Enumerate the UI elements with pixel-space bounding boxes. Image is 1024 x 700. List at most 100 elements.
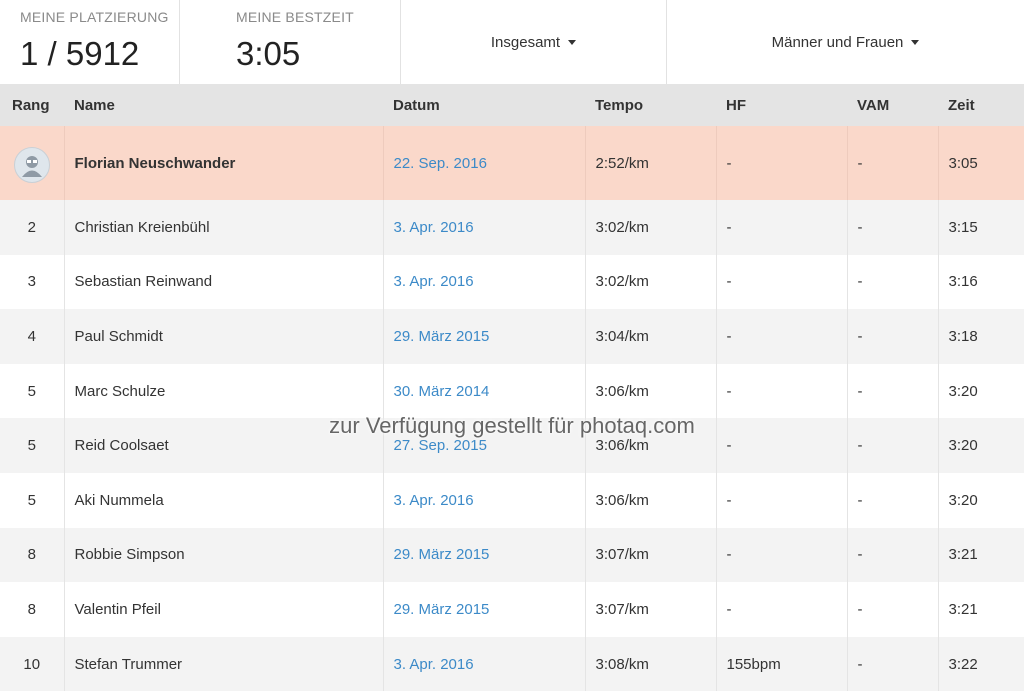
table-row[interactable]: 2 Christian Kreienbühl 3. Apr. 2016 3:02/km…: [0, 200, 1024, 255]
caret-down-icon: [911, 39, 920, 45]
athlete-name[interactable]: Florian Neuschwander: [64, 126, 384, 200]
pace-cell: 3:06/km: [585, 472, 717, 528]
time-cell: 3:05: [938, 126, 1024, 200]
athlete-name[interactable]: Stefan Trummer: [64, 636, 384, 692]
time-cell: 3:18: [938, 309, 1024, 364]
placement-label: MEINE PLATZIERUNG: [20, 9, 169, 25]
col-header-name[interactable]: Name: [64, 84, 383, 126]
athlete-name[interactable]: Aki Nummela: [64, 472, 384, 528]
time-cell: 3:20: [938, 472, 1024, 528]
rank-cell: 10: [0, 636, 65, 692]
rank-cell: 5: [0, 363, 65, 419]
table-row[interactable]: 8 Valentin Pfeil 29. März 2015 3:07/km - -3:2…: [0, 582, 1024, 637]
pace-cell: 3:07/km: [585, 582, 717, 637]
rank-cell: 8: [0, 527, 65, 583]
hf-cell: -: [716, 200, 848, 255]
vam-cell: -: [847, 472, 939, 528]
hf-cell: -: [716, 418, 848, 473]
col-header-vam[interactable]: VAM: [847, 84, 938, 126]
activity-date-link[interactable]: 29. März 2015: [394, 601, 490, 618]
scope-filter-dropdown[interactable]: Insgesamt: [401, 0, 667, 84]
hf-cell: -: [716, 309, 848, 364]
col-header-pace[interactable]: Tempo: [585, 84, 716, 126]
activity-date-link[interactable]: 30. März 2014: [394, 383, 490, 400]
gender-filter-label: Männer und Frauen: [771, 33, 904, 51]
activity-date-link[interactable]: 29. März 2015: [394, 546, 490, 563]
activity-date-link[interactable]: 27. Sep. 2015: [394, 437, 487, 454]
activity-date-link[interactable]: 3. Apr. 2016: [394, 492, 474, 509]
table-row[interactable]: 3 Sebastian Reinwand 3. Apr. 2016 3:02/km - -…: [0, 254, 1024, 310]
hf-cell: -: [716, 472, 848, 528]
date-cell: 22. Sep. 2016: [383, 126, 586, 200]
date-cell: 30. März 2014: [383, 363, 586, 419]
vam-cell: -: [847, 254, 939, 310]
date-cell: 29. März 2015: [383, 309, 586, 364]
table-row[interactable]: 10 Stefan Trummer 3. Apr. 2016 3:08/km 155bp…: [0, 636, 1024, 692]
vam-cell: -: [847, 527, 939, 583]
date-cell: 3. Apr. 2016: [383, 472, 586, 528]
col-header-rank[interactable]: Rang: [0, 84, 64, 126]
rank-cell: 2: [0, 200, 65, 255]
vam-cell: -: [847, 418, 939, 473]
athlete-name[interactable]: Sebastian Reinwand: [64, 254, 384, 310]
table-row[interactable]: 5 Marc Schulze 30. März 2014 3:06/km - -3:20: [0, 363, 1024, 419]
pace-cell: 3:06/km: [585, 418, 717, 473]
table-row-mine[interactable]: Florian Neuschwander 22. Sep. 2016 2:52/…: [0, 126, 1024, 200]
table-row[interactable]: 8 Robbie Simpson 29. März 2015 3:07/km - -3:2…: [0, 527, 1024, 583]
col-header-hf[interactable]: HF: [716, 84, 847, 126]
athlete-name[interactable]: Paul Schmidt: [64, 309, 384, 364]
vam-cell: -: [847, 582, 939, 637]
besttime-value: 3:05: [236, 35, 301, 72]
activity-date-link[interactable]: 3. Apr. 2016: [394, 273, 474, 290]
vam-cell: -: [847, 363, 939, 419]
hf-cell: -: [716, 126, 848, 200]
pace-cell: 3:07/km: [585, 527, 717, 583]
hf-cell: -: [716, 363, 848, 419]
table-row[interactable]: 5 Aki Nummela 3. Apr. 2016 3:06/km - -3:20: [0, 472, 1024, 528]
scope-filter-label: Insgesamt: [490, 33, 561, 51]
pace-cell: 3:04/km: [585, 309, 717, 364]
user-avatar-icon: [21, 156, 42, 177]
athlete-name[interactable]: Valentin Pfeil: [64, 582, 384, 637]
pace-cell: 3:06/km: [585, 363, 717, 419]
date-cell: 27. Sep. 2015: [383, 418, 586, 473]
col-header-date[interactable]: Datum: [383, 84, 585, 126]
athlete-name[interactable]: Robbie Simpson: [64, 527, 384, 583]
table-row[interactable]: 4 Paul Schmidt 29. März 2015 3:04/km - -3:18: [0, 309, 1024, 364]
date-cell: 3. Apr. 2016: [383, 636, 586, 692]
athlete-name[interactable]: Christian Kreienbühl: [64, 200, 384, 255]
avatar[interactable]: [13, 147, 50, 183]
gender-filter-dropdown[interactable]: Männer und Frauen: [667, 0, 1024, 84]
vam-cell: -: [847, 126, 939, 200]
hf-cell: 155bpm: [716, 636, 848, 692]
athlete-name[interactable]: Marc Schulze: [64, 363, 384, 419]
vam-cell: -: [847, 636, 939, 692]
athlete-name[interactable]: Reid Coolsaet: [64, 418, 384, 473]
summary-bar: MEINE PLATZIERUNG 1 / 5912 MEINE BESTZEI…: [0, 0, 1024, 84]
hf-cell: -: [716, 527, 848, 583]
vam-cell: -: [847, 309, 939, 364]
rank-cell: 8: [0, 582, 65, 637]
rank-cell: 3: [0, 254, 65, 310]
rank-cell: 5: [0, 418, 65, 473]
activity-date-link[interactable]: 29. März 2015: [394, 328, 490, 345]
table-row[interactable]: 5 Reid Coolsaet 27. Sep. 2015 3:06/km - -3:20: [0, 418, 1024, 473]
rank-cell: 5: [0, 472, 65, 528]
time-cell: 3:21: [938, 582, 1024, 637]
activity-date-link[interactable]: 22. Sep. 2016: [394, 155, 487, 172]
caret-down-icon: [568, 39, 577, 45]
besttime-stat: MEINE BESTZEIT 3:05: [180, 0, 401, 84]
leaderboard-table: Rang Name Datum Tempo HF VAM Zeit Floria…: [0, 84, 1024, 692]
date-cell: 3. Apr. 2016: [383, 254, 586, 310]
time-cell: 3:20: [938, 363, 1024, 419]
date-cell: 29. März 2015: [383, 527, 586, 583]
date-cell: 29. März 2015: [383, 582, 586, 637]
time-cell: 3:20: [938, 418, 1024, 473]
activity-date-link[interactable]: 3. Apr. 2016: [394, 656, 474, 673]
table-header-row: Rang Name Datum Tempo HF VAM Zeit: [0, 84, 1024, 126]
pace-cell: 3:08/km: [585, 636, 717, 692]
activity-date-link[interactable]: 3. Apr. 2016: [394, 219, 474, 236]
besttime-label: MEINE BESTZEIT: [236, 9, 354, 25]
time-cell: 3:16: [938, 254, 1024, 310]
col-header-time[interactable]: Zeit: [938, 84, 1024, 126]
